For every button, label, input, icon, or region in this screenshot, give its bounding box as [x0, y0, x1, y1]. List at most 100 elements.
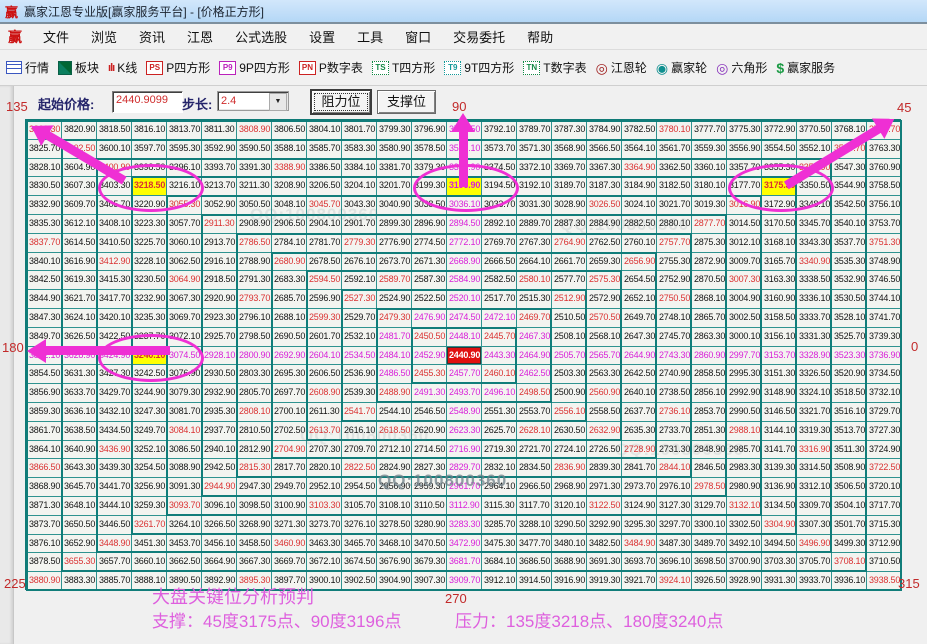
grid-cell: 3859.30 [27, 403, 61, 421]
grid-cell: 3393.70 [202, 159, 236, 177]
grid-cell: 2959.30 [412, 478, 446, 496]
grid-cell: 3808.90 [237, 121, 271, 139]
grid-cell: 3590.50 [237, 140, 271, 158]
step-select[interactable]: 2.4 ▼ [217, 91, 289, 111]
grid-cell: 2736.10 [657, 403, 691, 421]
grid-cell: 3122.50 [587, 497, 621, 515]
toolbar-item[interactable]: PSP四方形 [146, 59, 210, 76]
menu-item-10[interactable]: 帮助 [516, 25, 564, 48]
menu-item-4[interactable]: 江恩 [176, 25, 224, 48]
grid-cell: 2613.70 [307, 422, 341, 440]
grid-cell: 3211.30 [237, 177, 271, 195]
grid-cell: 3352.90 [797, 159, 831, 177]
grid-cell: 3182.50 [657, 177, 691, 195]
grid-cell: 3432.10 [97, 403, 131, 421]
grid-cell: 2812.90 [237, 441, 271, 459]
grid-cell: 3448.90 [97, 535, 131, 553]
grid-cell: 2464.90 [517, 347, 551, 365]
grid-cell: 2548.90 [447, 403, 481, 421]
gann-wheel-icon: ◎ [596, 61, 608, 75]
blocks-icon [58, 61, 72, 75]
support-button[interactable]: 支撑位 [377, 90, 436, 114]
grid-cell: 2980.90 [727, 478, 761, 496]
highlight-cell-180度: 3240.10 [132, 347, 166, 365]
menu-item-6[interactable]: 设置 [298, 25, 346, 48]
highlight-cell-90度: 3196.90 [447, 177, 481, 195]
menu-item-5[interactable]: 公式选股 [224, 25, 298, 48]
grid-cell: 3580.90 [377, 140, 411, 158]
grid-cell: 3652.90 [62, 535, 96, 553]
toolbar-item-label: K线 [117, 59, 137, 76]
grid-cell: 3919.30 [587, 572, 621, 590]
footer-title: 大盘关键位分析预判 [152, 583, 314, 609]
grid-cell: 3136.90 [762, 478, 796, 496]
step-label: 步长: [182, 94, 212, 113]
grid-cell: 2815.30 [237, 459, 271, 477]
grid-cell: 3804.10 [307, 121, 341, 139]
grid-cell: 2985.70 [727, 441, 761, 459]
grid-cell: 3016.90 [727, 196, 761, 214]
grid-cell: 3002.50 [727, 309, 761, 327]
start-price-input[interactable]: 2440.9099 [112, 91, 183, 113]
toolbar-item[interactable]: TNT数字表 [523, 59, 586, 76]
grid-cell: 2664.10 [517, 253, 551, 271]
grid-cell: 3189.70 [552, 177, 586, 195]
menu-bar: 赢 文件浏览资讯江恩公式选股设置工具窗口交易委托帮助 [0, 24, 927, 50]
grid-cell: 3921.70 [622, 572, 656, 590]
grid-cell: 2937.70 [202, 422, 236, 440]
grid-cell: 3242.50 [132, 365, 166, 383]
toolbar-item[interactable]: 行情 [6, 59, 49, 76]
toolbar-item[interactable]: ◉赢家轮 [656, 59, 707, 76]
chevron-down-icon[interactable]: ▼ [269, 93, 287, 111]
grid-cell: 2752.90 [657, 271, 691, 289]
grid-cell: 2776.90 [377, 234, 411, 252]
toolbar-item[interactable]: ◎江恩轮 [596, 59, 647, 76]
grid-cell: 3434.50 [97, 422, 131, 440]
toolbar-item[interactable]: P99P四方形 [219, 59, 290, 76]
grid-cell: 3084.10 [167, 422, 201, 440]
grid-cell: 3156.10 [762, 328, 796, 346]
grid-cell: 3050.50 [237, 196, 271, 214]
menu-item-8[interactable]: 窗口 [394, 25, 442, 48]
grid-cell: 2505.70 [552, 347, 586, 365]
toolbar-item[interactable]: T99T四方形 [444, 59, 514, 76]
grid-cell: 3924.10 [657, 572, 691, 590]
toolbar-item[interactable]: ◎六角形 [716, 59, 767, 76]
grid-cell: 3856.90 [27, 384, 61, 402]
grid-cell: 3170.50 [762, 215, 796, 233]
toolbar-item[interactable]: ılıK线 [108, 59, 137, 76]
grid-cell: 2481.70 [377, 328, 411, 346]
grid-cell: 3120.10 [552, 497, 586, 515]
menu-item-3[interactable]: 资讯 [128, 25, 176, 48]
grid-cell: 3715.30 [867, 516, 901, 534]
grid-cell: 2589.70 [377, 271, 411, 289]
grid-cell: 3842.50 [27, 271, 61, 289]
toolbar-item[interactable]: PNP数字表 [299, 59, 363, 76]
grid-cell: 3276.10 [342, 516, 376, 534]
grid-cell: 2846.50 [692, 459, 726, 477]
dollar-icon: $ [776, 60, 784, 76]
menu-item-1[interactable]: 文件 [32, 25, 80, 48]
grid-cell: 3004.90 [727, 290, 761, 308]
grid-cell: 2760.10 [622, 234, 656, 252]
grid-cell: 2709.70 [342, 441, 376, 459]
grid-cell: 3007.30 [727, 271, 761, 289]
grid-cell: 3763.30 [867, 140, 901, 158]
grid-cell: 3424.90 [97, 347, 131, 365]
grid-cell: 2832.10 [482, 459, 516, 477]
menu-item-9[interactable]: 交易委托 [442, 25, 516, 48]
menu-item-2[interactable]: 浏览 [80, 25, 128, 48]
grid-cell: 2877.70 [692, 215, 726, 233]
menu-item-7[interactable]: 工具 [346, 25, 394, 48]
toolbar-item-label: 六角形 [731, 59, 767, 76]
grid-cell: 2592.10 [342, 271, 376, 289]
grid-cell: 3686.50 [517, 553, 551, 571]
toolbar-item[interactable]: 板块 [58, 59, 99, 76]
highlight-cell-center: 2440.90 [447, 347, 481, 365]
resistance-button[interactable]: 阻力位 [310, 89, 372, 115]
grid-cell: 3098.50 [237, 497, 271, 515]
grid-cell: 3230.50 [132, 271, 166, 289]
toolbar-item[interactable]: TST四方形 [372, 59, 435, 76]
grid-cell: 3602.50 [62, 140, 96, 158]
toolbar-item[interactable]: $赢家服务 [776, 59, 835, 76]
